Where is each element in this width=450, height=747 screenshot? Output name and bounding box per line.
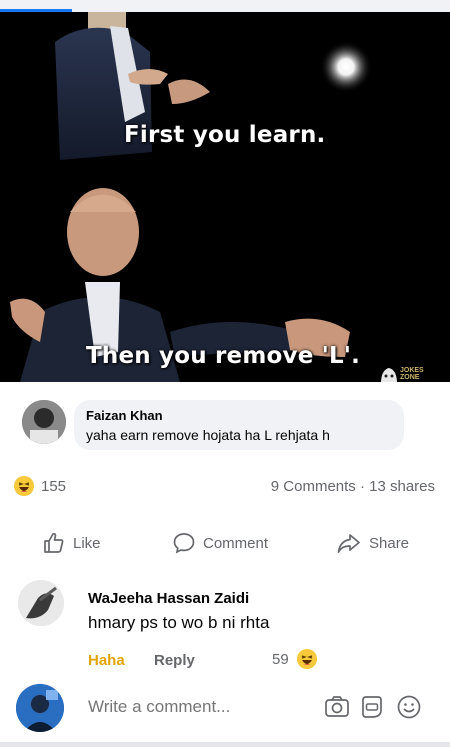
watermark-logo: JOKES ZONE bbox=[378, 364, 424, 382]
comment-bubble: Faizan Khan yaha earn remove hojata ha L… bbox=[74, 400, 404, 450]
share-arrow-icon bbox=[337, 534, 360, 553]
meme-caption-bottom: Then you remove 'L'. bbox=[86, 343, 361, 369]
comment-text: yaha earn remove hojata ha L rehjata h bbox=[86, 427, 330, 443]
emoji-icon[interactable] bbox=[396, 694, 422, 720]
share-button[interactable]: Share bbox=[336, 528, 409, 558]
top-bar bbox=[0, 0, 450, 12]
haha-emoji-icon[interactable] bbox=[14, 476, 34, 496]
meme-caption-top: First you learn. bbox=[124, 122, 326, 148]
share-label: Share bbox=[369, 534, 410, 552]
meme-illustration bbox=[0, 12, 450, 382]
comments-shares-count[interactable]: 9 Comments · 13 shares bbox=[271, 478, 435, 495]
like-button[interactable]: Like bbox=[42, 528, 101, 558]
comment-author[interactable]: Faizan Khan bbox=[86, 408, 163, 423]
post-action-bar: Like Comment Share bbox=[0, 528, 450, 558]
thumbs-up-icon bbox=[44, 532, 64, 553]
post-stats: 155 9 Comments · 13 shares bbox=[0, 476, 450, 498]
haha-emoji-icon bbox=[297, 649, 317, 669]
comment-button[interactable]: Comment bbox=[172, 528, 268, 558]
reply-button[interactable]: Reply bbox=[154, 652, 195, 669]
like-label: Like bbox=[73, 534, 101, 552]
reaction-count[interactable]: 155 bbox=[41, 478, 66, 495]
bottom-divider bbox=[0, 742, 450, 747]
comment-reaction-count[interactable]: 59 bbox=[272, 651, 289, 668]
haha-reaction-button[interactable]: Haha bbox=[88, 652, 125, 669]
ghost-icon bbox=[381, 368, 397, 382]
watermark-text: JOKES ZONE bbox=[400, 367, 424, 381]
comment-text: hmary ps to wo b ni rhta bbox=[88, 613, 270, 632]
current-user-avatar[interactable] bbox=[16, 684, 64, 732]
comment-bubble-icon bbox=[173, 533, 195, 554]
camera-icon[interactable] bbox=[324, 694, 350, 720]
avatar[interactable] bbox=[22, 400, 66, 444]
avatar[interactable] bbox=[18, 580, 64, 626]
post-image[interactable]: First you learn. Then you remove 'L'. JO… bbox=[0, 12, 450, 382]
comment-author[interactable]: WaJeeha Hassan Zaidi bbox=[88, 590, 249, 607]
comment-input[interactable] bbox=[88, 697, 288, 717]
comment-label: Comment bbox=[203, 534, 269, 552]
gif-sticker-icon[interactable] bbox=[359, 694, 385, 720]
